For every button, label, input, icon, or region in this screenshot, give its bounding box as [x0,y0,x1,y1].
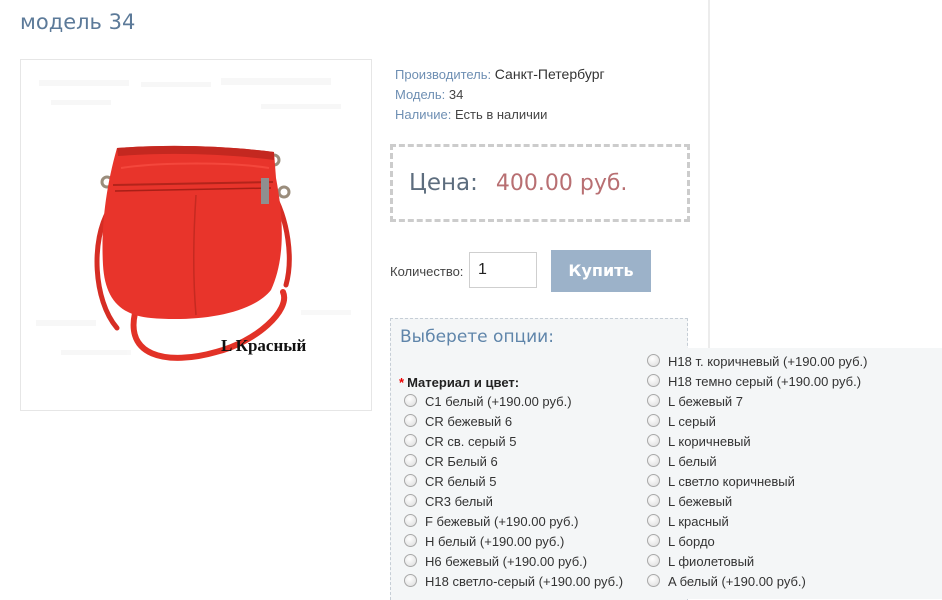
option-item[interactable]: L светло коричневый [647,472,795,492]
option-label: CR бежевый 6 [425,414,513,429]
option-item[interactable]: L серый [647,412,716,432]
price-value: 400.00 руб. [495,170,628,196]
option-radio[interactable] [647,354,660,368]
option-item[interactable]: H белый (+190.00 руб.) [404,532,564,552]
options-title: Выберете опции: [400,327,554,347]
option-item[interactable]: F бежевый (+190.00 руб.) [404,512,578,532]
option-label: L светло коричневый [668,474,795,489]
option-radio[interactable] [647,394,660,408]
option-item[interactable]: L бордо [647,532,715,552]
availability-label: Наличие: [395,107,452,122]
option-label: H18 светло-серый (+190.00 руб.) [425,574,624,589]
option-label: L бордо [668,534,715,549]
manufacturer-value[interactable]: Санкт-Петербург [495,66,605,82]
buy-button[interactable]: Купить [551,250,651,292]
option-radio[interactable] [404,574,417,588]
option-label: L красный [668,514,729,529]
option-label: L белый [668,454,717,469]
option-label: CR св. серый 5 [425,434,517,449]
option-radio[interactable] [647,574,660,588]
model-row: Модель: 34 [395,87,463,102]
option-item[interactable]: CR3 белый [404,492,493,512]
option-label: H18 т. коричневый (+190.00 руб.) [668,354,868,369]
option-radio[interactable] [647,534,660,548]
option-item[interactable]: L бежевый [647,492,732,512]
option-radio[interactable] [404,474,417,488]
option-item[interactable]: L белый [647,452,717,472]
option-item[interactable]: L бежевый 7 [647,392,743,412]
option-label: L фиолетовый [668,554,755,569]
option-item[interactable]: CR белый 5 [404,472,497,492]
option-radio[interactable] [404,534,417,548]
option-label: F бежевый (+190.00 руб.) [425,514,579,529]
option-radio[interactable] [404,494,417,508]
option-radio[interactable] [647,414,660,428]
option-item[interactable]: С1 белый (+190.00 руб.) [404,392,572,412]
option-radio[interactable] [404,454,417,468]
option-label: L бежевый [668,494,733,509]
availability-value: Есть в наличии [454,107,548,122]
option-label: L коричневый [668,434,751,449]
availability-row: Наличие: Есть в наличии [395,107,547,122]
option-label: L серый [668,414,716,429]
option-radio[interactable] [647,554,660,568]
option-item[interactable]: CR Белый 6 [404,452,498,472]
option-label: H18 темно серый (+190.00 руб.) [668,374,862,389]
option-item[interactable]: L коричневый [647,432,751,452]
option-item[interactable]: H18 т. коричневый (+190.00 руб.) [647,352,867,372]
option-radio[interactable] [647,434,660,448]
option-label: CR белый 5 [425,474,497,489]
model-label: Модель: [395,87,446,102]
option-item[interactable]: L фиолетовый [647,552,754,572]
option-item[interactable]: CR св. серый 5 [404,432,516,452]
option-label: H белый (+190.00 руб.) [425,534,565,549]
option-radio[interactable] [404,554,417,568]
option-item[interactable]: H18 темно серый (+190.00 руб.) [647,372,861,392]
price-box: Цена: 400.00 руб. [390,144,690,222]
image-caption: L Красный [221,336,307,355]
product-image[interactable]: L Красный [20,59,372,411]
manufacturer-label: Производитель: [395,67,492,82]
option-label: H6 бежевый (+190.00 руб.) [425,554,588,569]
option-radio[interactable] [404,434,417,448]
option-label: CR Белый 6 [425,454,498,469]
quantity-label: Количество: [390,264,464,279]
quantity-input[interactable] [469,252,537,288]
option-radio[interactable] [404,514,417,528]
option-label: L бежевый 7 [668,394,744,409]
manufacturer-row: Производитель: Санкт-Петербург [395,66,605,82]
option-label: CR3 белый [425,494,493,509]
option-item[interactable]: A белый (+190.00 руб.) [647,572,806,592]
option-radio[interactable] [647,454,660,468]
model-value: 34 [448,87,464,102]
option-item[interactable]: L красный [647,512,729,532]
option-radio[interactable] [404,394,417,408]
option-radio[interactable] [647,494,660,508]
option-item[interactable]: CR бежевый 6 [404,412,512,432]
price-label: Цена: [409,170,478,196]
option-group-label: * Материал и цвет: [399,375,520,390]
option-label: С1 белый (+190.00 руб.) [425,394,572,409]
option-item[interactable]: H18 светло-серый (+190.00 руб.) [404,572,623,592]
option-radio[interactable] [647,514,660,528]
option-item[interactable]: H6 бежевый (+190.00 руб.) [404,552,587,572]
option-radio[interactable] [647,374,660,388]
bag-illustration [36,78,351,361]
option-radio[interactable] [647,474,660,488]
required-marker: * [399,375,405,390]
option-radio[interactable] [404,414,417,428]
page-title: модель 34 [20,10,136,34]
option-label: A белый (+190.00 руб.) [668,574,806,589]
